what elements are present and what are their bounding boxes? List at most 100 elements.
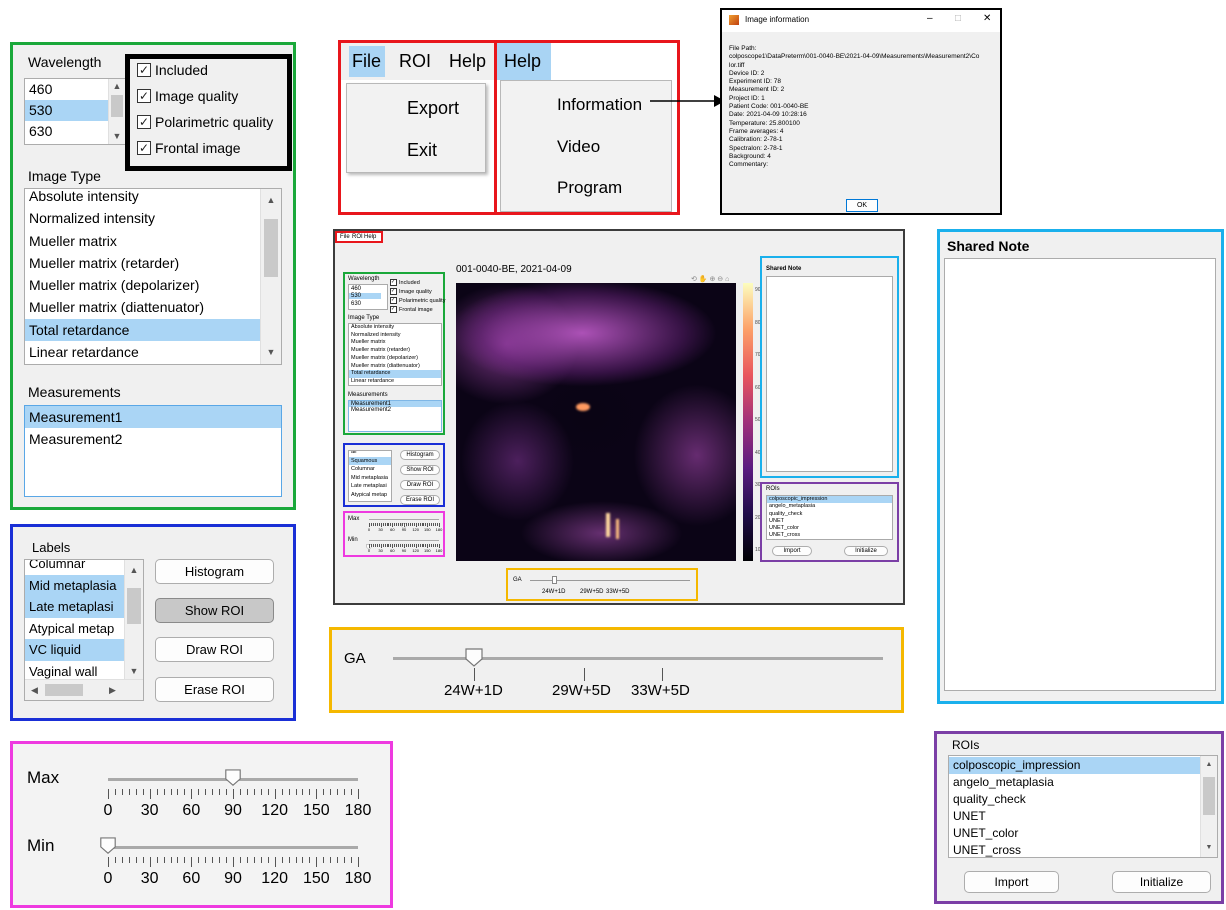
help-menu-header[interactable]: Help bbox=[497, 43, 551, 80]
image-type-item[interactable]: Mueller matrix (retarder) bbox=[25, 252, 261, 274]
scroll-right-icon[interactable]: ▶ bbox=[109, 686, 116, 695]
export-menu-item[interactable]: Export bbox=[407, 98, 459, 119]
slider-thumb-icon[interactable] bbox=[99, 837, 117, 855]
mini-roi-item[interactable]: angelo_metaplasia bbox=[767, 503, 892, 510]
image-type-item[interactable]: Linear retardance bbox=[25, 341, 261, 363]
labels-hscrollbar[interactable]: ◀ ▶ bbox=[25, 679, 143, 700]
checkmark-icon[interactable]: ✓ bbox=[390, 306, 397, 313]
wavelength-list[interactable]: 460 530 630 ▲ ▼ bbox=[24, 78, 126, 145]
measurements-list[interactable]: Measurement1 Measurement2 bbox=[24, 405, 282, 497]
scroll-left-icon[interactable]: ◀ bbox=[31, 686, 38, 695]
slider-thumb-icon[interactable] bbox=[366, 537, 372, 550]
mini-roi-item[interactable]: UNET bbox=[767, 518, 892, 525]
initialize-button[interactable]: Initialize bbox=[1112, 871, 1211, 893]
checkmark-icon[interactable]: ✓ bbox=[137, 89, 151, 103]
mini-erase-roi-button[interactable]: Erase ROI bbox=[400, 495, 440, 505]
ga-slider-thumb[interactable] bbox=[464, 648, 484, 668]
slider-thumb-icon[interactable] bbox=[401, 516, 407, 529]
wavelength-item[interactable]: 630 bbox=[25, 121, 109, 142]
draw-roi-button[interactable]: Draw ROI bbox=[155, 637, 274, 662]
roi-item[interactable]: angelo_metaplasia bbox=[949, 774, 1201, 791]
scroll-up-icon[interactable]: ▲ bbox=[1201, 761, 1217, 768]
checkmark-icon[interactable]: ✓ bbox=[137, 63, 151, 77]
import-button[interactable]: Import bbox=[964, 871, 1059, 893]
histogram-button[interactable]: Histogram bbox=[155, 559, 274, 584]
image-type-item[interactable]: Normalized intensity bbox=[25, 207, 261, 229]
roi-item[interactable]: colposcopic_impression bbox=[949, 757, 1201, 774]
menu-roi[interactable]: ROI bbox=[396, 46, 442, 77]
scroll-up-icon[interactable]: ▲ bbox=[125, 566, 143, 575]
information-menu-item[interactable]: Information bbox=[557, 95, 642, 115]
mini-rois-list[interactable]: colposcopic_impression angelo_metaplasia q… bbox=[766, 495, 893, 540]
mini-checkbox[interactable]: ✓ Image quality bbox=[390, 288, 432, 295]
checkbox-image-quality[interactable]: ✓ Image quality bbox=[137, 88, 238, 104]
image-type-list[interactable]: Absolute intensity Normalized intensity Mu… bbox=[24, 188, 282, 365]
scroll-down-icon[interactable]: ▼ bbox=[109, 132, 125, 141]
image-type-item[interactable]: Total retardance bbox=[25, 318, 261, 342]
max-slider[interactable]: 0 30 60 90 120 150 180 bbox=[104, 768, 371, 828]
mini-ga-thumb[interactable] bbox=[552, 576, 557, 584]
checkmark-icon[interactable]: ✓ bbox=[137, 115, 151, 129]
label-item[interactable]: Late metaplasi bbox=[25, 596, 125, 618]
roi-item[interactable]: UNET_color bbox=[949, 825, 1201, 842]
scroll-up-icon[interactable]: ▲ bbox=[261, 196, 281, 205]
mini-checkbox[interactable]: ✓ Polarimetric quality bbox=[390, 297, 445, 304]
mini-checkbox[interactable]: ✓ Frontal image bbox=[390, 306, 433, 313]
mini-image-type-list[interactable]: Absolute intensity Normalized intensity Mu… bbox=[348, 323, 442, 386]
scroll-down-icon[interactable]: ▼ bbox=[1201, 844, 1217, 851]
shared-note-textarea[interactable] bbox=[944, 258, 1216, 691]
close-icon[interactable]: ✕ bbox=[983, 13, 991, 24]
checkbox-included[interactable]: ✓ Included bbox=[137, 62, 208, 78]
scroll-thumb[interactable] bbox=[127, 588, 141, 624]
mini-checkbox[interactable]: ✓ Included bbox=[390, 279, 420, 286]
labels-scrollbar[interactable]: ▲ ▼ bbox=[124, 560, 143, 680]
mini-show-roi-button[interactable]: Show ROI bbox=[400, 465, 440, 475]
mini-image-type-item[interactable]: Normalized intensity bbox=[349, 332, 441, 340]
checkmark-icon[interactable]: ✓ bbox=[390, 297, 397, 304]
image-type-item[interactable]: Absolute intensity bbox=[25, 189, 261, 207]
rois-list[interactable]: colposcopic_impression angelo_metaplasia q… bbox=[948, 755, 1218, 858]
mini-label-item[interactable]: Late metaplasi bbox=[349, 482, 391, 491]
measurement-item[interactable]: Measurement2 bbox=[25, 428, 281, 450]
checkmark-icon[interactable]: ✓ bbox=[137, 141, 151, 155]
scroll-thumb[interactable] bbox=[1203, 777, 1215, 815]
label-item[interactable]: Columnar bbox=[25, 560, 125, 575]
labels-list[interactable]: Columnar Mid metaplasia Late metaplasi Atyp… bbox=[24, 559, 144, 701]
video-menu-item[interactable]: Video bbox=[557, 137, 600, 157]
image-toolbar-icons[interactable]: ⟲ ✋ ⊕ ⊖ ⌂ bbox=[691, 275, 729, 283]
mini-roi-item[interactable]: colposcopic_impression bbox=[767, 496, 892, 504]
scroll-up-icon[interactable]: ▲ bbox=[109, 82, 125, 91]
mini-shared-note-area[interactable] bbox=[766, 276, 893, 472]
show-roi-button[interactable]: Show ROI bbox=[155, 598, 274, 623]
mini-histogram-button[interactable]: Histogram bbox=[400, 450, 440, 460]
program-menu-item[interactable]: Program bbox=[557, 178, 622, 198]
wavelength-item[interactable]: 460 bbox=[25, 79, 109, 100]
mini-image-type-item[interactable]: Mueller matrix (depolarizer) bbox=[349, 355, 441, 363]
scroll-thumb[interactable] bbox=[264, 219, 278, 277]
checkmark-icon[interactable]: ✓ bbox=[390, 279, 397, 286]
mini-wavelength-list[interactable]: 460 530 630 bbox=[348, 284, 388, 310]
mini-image-type-item[interactable]: Total retardance bbox=[349, 370, 441, 378]
label-item[interactable]: Atypical metap bbox=[25, 618, 125, 640]
erase-roi-button[interactable]: Erase ROI bbox=[155, 677, 274, 702]
mini-roi-item[interactable]: UNET_cross bbox=[767, 532, 892, 539]
scroll-thumb[interactable] bbox=[45, 684, 83, 696]
scroll-down-icon[interactable]: ▼ bbox=[125, 667, 143, 676]
menu-help[interactable]: Help bbox=[446, 46, 490, 77]
label-item[interactable]: Mid metaplasia bbox=[25, 574, 125, 596]
measurement-item[interactable]: Measurement1 bbox=[25, 406, 281, 428]
rois-scrollbar[interactable]: ▲ ▼ bbox=[1200, 756, 1217, 857]
checkbox-frontal-image[interactable]: ✓ Frontal image bbox=[137, 140, 241, 156]
wavelength-item[interactable]: 530 bbox=[25, 100, 109, 121]
mini-import-button[interactable]: Import bbox=[772, 546, 812, 556]
mini-label-item[interactable]: Squamous bbox=[349, 456, 391, 465]
mini-max-slider[interactable]: 0 30 60 90 120 150 180 bbox=[368, 516, 442, 534]
mini-image-type-item[interactable]: Absolute intensity bbox=[349, 324, 441, 332]
wavelength-scrollbar[interactable]: ▲ ▼ bbox=[108, 79, 125, 144]
mini-image-type-item[interactable]: Mueller matrix bbox=[349, 339, 441, 347]
retardance-image[interactable] bbox=[456, 283, 736, 561]
menu-file[interactable]: File bbox=[349, 46, 385, 77]
minimize-icon[interactable]: – bbox=[927, 13, 933, 24]
mini-menu-roi[interactable]: ROI bbox=[352, 234, 363, 240]
mini-image-type-item[interactable]: Linear retardance bbox=[349, 378, 441, 385]
